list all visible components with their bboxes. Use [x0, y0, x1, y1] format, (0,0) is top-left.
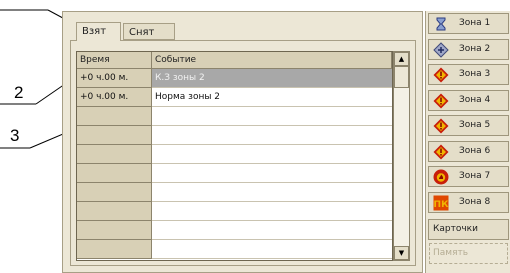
- event-cell: [152, 126, 392, 145]
- table-row[interactable]: [77, 164, 392, 183]
- time-cell: [77, 145, 152, 164]
- time-cell: +0 ч.00 м.: [77, 88, 152, 107]
- column-header-time[interactable]: Время: [77, 52, 152, 69]
- time-cell: +0 ч.00 м.: [77, 69, 152, 88]
- zone-button[interactable]: Зона 2: [428, 38, 509, 60]
- time-cell: [77, 221, 152, 240]
- zone-button[interactable]: Зона 7: [428, 166, 509, 187]
- event-cell: [152, 221, 392, 240]
- event-cell: [152, 164, 392, 183]
- event-cell: [152, 240, 392, 259]
- event-cell: К.З зоны 2: [152, 69, 392, 88]
- zone-label: Зона 5: [459, 120, 491, 130]
- event-cell: Норма зоны 2: [152, 88, 392, 107]
- time-cell: [77, 107, 152, 126]
- alarm-icon: [433, 144, 449, 160]
- time-cell: [77, 240, 152, 259]
- memory-button[interactable]: Память: [429, 243, 508, 264]
- alarm-icon: [433, 93, 449, 109]
- time-cell: [77, 164, 152, 183]
- callout-label-2: 2: [14, 83, 24, 102]
- tab-disarmed[interactable]: Снят: [123, 23, 175, 40]
- zone-button[interactable]: Зона 4: [428, 89, 509, 111]
- table-row[interactable]: +0 ч.00 м. К.З зоны 2: [77, 69, 392, 88]
- table-row[interactable]: [77, 107, 392, 126]
- zone-button[interactable]: Зона 6: [428, 140, 509, 162]
- time-cell: [77, 202, 152, 221]
- event-cell: [152, 107, 392, 126]
- event-cell: [152, 183, 392, 202]
- table-row[interactable]: [77, 240, 392, 259]
- scroll-thumb[interactable]: [394, 66, 409, 88]
- svg-text:ПК: ПК: [434, 200, 449, 210]
- table-row[interactable]: [77, 126, 392, 145]
- zone-button[interactable]: Зона 3: [428, 64, 509, 85]
- zone-label: Зона 7: [459, 171, 491, 181]
- zone-label: Зона 8: [459, 196, 491, 207]
- event-cell: [152, 202, 392, 221]
- time-cell: [77, 183, 152, 202]
- alarm-icon: [433, 118, 449, 134]
- diamond-arrows-icon: [433, 41, 449, 58]
- scroll-down-arrow-icon[interactable]: ▼: [394, 246, 409, 260]
- time-cell: [77, 126, 152, 145]
- zone-label: Зона 3: [459, 69, 491, 79]
- column-header-event[interactable]: Событие: [152, 52, 392, 69]
- zone-button[interactable]: ПК Зона 8: [428, 191, 509, 213]
- zone-label: Зона 6: [459, 145, 491, 156]
- zone-label: Зона 1: [459, 18, 491, 28]
- table-row[interactable]: [77, 183, 392, 202]
- pk-icon: ПК: [433, 195, 449, 211]
- tab-armed[interactable]: Взят: [76, 22, 121, 41]
- table-row[interactable]: [77, 221, 392, 240]
- fire-icon: [433, 169, 449, 185]
- scroll-up-arrow-icon[interactable]: ▲: [394, 52, 409, 66]
- hourglass-icon: [433, 16, 449, 32]
- alarm-icon: [433, 67, 449, 83]
- cards-button[interactable]: Карточки: [428, 219, 509, 240]
- callout-label-3: 3: [10, 126, 20, 145]
- table-row[interactable]: [77, 202, 392, 221]
- zone-button[interactable]: Зона 1: [428, 13, 509, 34]
- table-row[interactable]: +0 ч.00 м. Норма зоны 2: [77, 88, 392, 107]
- table-row[interactable]: [77, 145, 392, 164]
- zone-label: Зона 4: [459, 94, 491, 105]
- zone-label: Зона 2: [459, 43, 491, 54]
- zone-button[interactable]: Зона 5: [428, 115, 509, 136]
- events-table[interactable]: Время Событие +0 ч.00 м. К.З зоны 2 +0 ч.0…: [76, 51, 393, 261]
- event-cell: [152, 145, 392, 164]
- vertical-scrollbar[interactable]: ▲ ▼: [393, 51, 410, 261]
